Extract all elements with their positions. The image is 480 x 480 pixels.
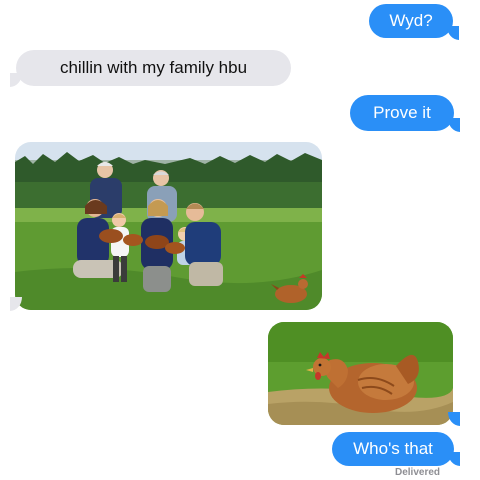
delivery-status: Delivered — [395, 467, 441, 478]
family-with-chickens-photo[interactable] — [15, 142, 322, 310]
message-text: Wyd? — [389, 11, 433, 30]
message-text: chillin with my family hbu — [59, 58, 248, 77]
bubble-tail — [447, 26, 459, 40]
bubble-tail — [448, 452, 460, 466]
bubble-tail — [10, 73, 22, 87]
chicken-photo[interactable] — [268, 322, 453, 425]
photo-tail — [448, 412, 460, 426]
received-message-bubble[interactable]: chillin with my family hbu — [16, 50, 291, 86]
chicken-photo-image — [268, 322, 453, 425]
message-text: Prove it — [373, 103, 431, 122]
message-text: Who's that — [353, 439, 433, 458]
bubble-tail — [448, 118, 460, 132]
sent-message-bubble[interactable]: Prove it — [350, 95, 454, 131]
sent-message-bubble[interactable]: Wyd? — [369, 4, 453, 38]
sent-message-bubble[interactable]: Who's that — [332, 432, 454, 466]
family-photo-image — [15, 142, 322, 310]
photo-tail — [10, 297, 22, 311]
